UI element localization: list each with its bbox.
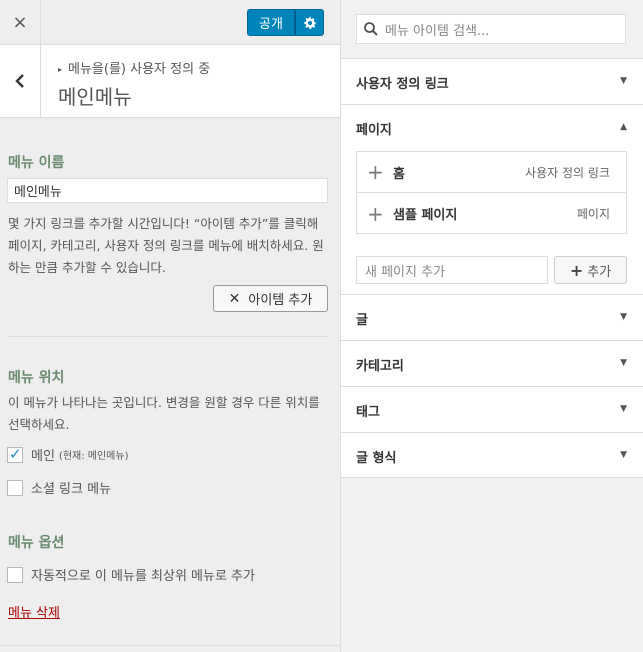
customizer-topbar: × 공개 — [0, 0, 340, 45]
section-categories[interactable]: 카테고리 ▼ — [341, 340, 643, 386]
location-social-label: 소셜 링크 메뉴 — [31, 482, 112, 497]
close-icon[interactable]: × — [0, 0, 41, 45]
caret-right-icon: ▸ — [58, 65, 63, 74]
menu-item-search[interactable]: 메뉴 아이템 검색... — [356, 14, 626, 44]
section-tags[interactable]: 태그 ▼ — [341, 386, 643, 432]
section-pages-title[interactable]: 페이지 — [356, 119, 392, 138]
list-item[interactable]: + 홈 사용자 정의 링크 — [357, 152, 626, 193]
publish-group: 공개 — [247, 9, 324, 36]
plus-icon: + — [569, 260, 584, 280]
page-item-title: 샘플 페이지 — [393, 208, 458, 223]
divider — [7, 336, 328, 337]
add-items-label: 아이템 추가 — [248, 293, 313, 308]
add-page-label: 추가 — [587, 264, 612, 280]
panel-header: ▸ 메뉴을(를) 사용자 정의 중 메인메뉴 — [0, 45, 340, 118]
auto-add-checkbox[interactable] — [7, 566, 23, 583]
location-main-checkbox[interactable]: ✓ — [7, 444, 23, 463]
bottom-divider — [0, 645, 340, 646]
panel-title: 메인메뉴 — [58, 85, 132, 109]
list-item[interactable]: + 샘플 페이지 페이지 — [357, 193, 626, 234]
section-posts[interactable]: 글 ▼ — [341, 294, 643, 340]
caret-down-icon: ▼ — [620, 404, 627, 414]
section-post-formats-title: 글 형식 — [356, 451, 397, 466]
menu-name-description: 몇 가지 링크를 추가할 시간입니다! “아이템 추가”를 클릭해 페이지, 카… — [8, 216, 324, 275]
publish-button[interactable]: 공개 — [247, 9, 295, 36]
location-main-label: 메인 — [31, 449, 55, 464]
menu-name-input[interactable]: 메인메뉴 — [7, 178, 328, 203]
pages-list: + 홈 사용자 정의 링크 + 샘플 페이지 페이지 — [356, 151, 627, 234]
section-posts-title: 글 — [356, 313, 368, 328]
location-social-row[interactable]: 소셜 링크 메뉴 — [7, 478, 111, 497]
breadcrumb: ▸ 메뉴을(를) 사용자 정의 중 — [58, 58, 210, 77]
menu-name-label: 메뉴 이름 — [8, 155, 65, 171]
delete-menu-link[interactable]: 메뉴 삭제 — [8, 602, 60, 621]
section-custom-links-title: 사용자 정의 링크 — [356, 77, 449, 92]
add-page-button[interactable]: + 추가 — [554, 256, 627, 284]
caret-down-icon: ▼ — [620, 358, 627, 368]
auto-add-row[interactable]: 자동적으로 이 메뉴를 최상위 메뉴로 추가 — [7, 565, 255, 584]
menu-locations-label: 메뉴 위치 — [8, 370, 65, 386]
plus-icon: + — [367, 160, 384, 184]
plus-icon: + — [367, 201, 384, 226]
menu-options-label: 메뉴 옵션 — [8, 535, 65, 551]
page-item-type: 페이지 — [576, 207, 610, 221]
checkmark-icon: ✓ — [9, 444, 22, 463]
caret-down-icon: ▼ — [620, 312, 627, 322]
page-item-title: 홈 — [393, 166, 405, 182]
add-items-button[interactable]: ✕ 아이템 추가 — [213, 285, 328, 312]
location-social-checkbox[interactable] — [7, 479, 23, 496]
auto-add-label: 자동적으로 이 메뉴를 최상위 메뉴로 추가 — [31, 569, 255, 584]
caret-down-icon: ▼ — [620, 76, 627, 86]
caret-up-icon[interactable]: ▲ — [620, 122, 627, 132]
location-main-row[interactable]: ✓ 메인 (현재: 메인메뉴) — [7, 445, 128, 464]
new-page-input[interactable]: 새 페이지 추가 — [356, 256, 548, 284]
search-icon — [357, 21, 385, 37]
location-main-note: (현재: 메인메뉴) — [58, 451, 129, 462]
section-custom-links[interactable]: 사용자 정의 링크 ▼ — [341, 58, 643, 104]
section-post-formats[interactable]: 글 형식 ▼ — [341, 432, 643, 478]
page-item-type: 사용자 정의 링크 — [525, 165, 610, 180]
search-placeholder: 메뉴 아이템 검색... — [385, 23, 490, 39]
caret-down-icon: ▼ — [620, 450, 627, 460]
breadcrumb-text: 메뉴을(를) 사용자 정의 중 — [68, 62, 211, 77]
close-x-icon: ✕ — [228, 290, 241, 307]
section-categories-title: 카테고리 — [356, 359, 404, 374]
available-items-panel: 메뉴 아이템 검색... 사용자 정의 링크 ▼ 페이지 ▲ + 홈 사용자 정… — [341, 0, 643, 652]
menu-locations-description: 이 메뉴가 나타나는 곳입니다. 변경을 원할 경우 다른 위치를 선택하세요. — [8, 395, 320, 432]
gear-icon[interactable] — [295, 9, 324, 36]
customizer-sidebar: × 공개 ▸ 메뉴을(를) 사용자 정의 중 메인메뉴 메뉴 이름 메인메뉴 몇 … — [0, 0, 341, 652]
section-tags-title: 태그 — [356, 405, 380, 420]
back-chevron-icon[interactable] — [0, 45, 41, 117]
